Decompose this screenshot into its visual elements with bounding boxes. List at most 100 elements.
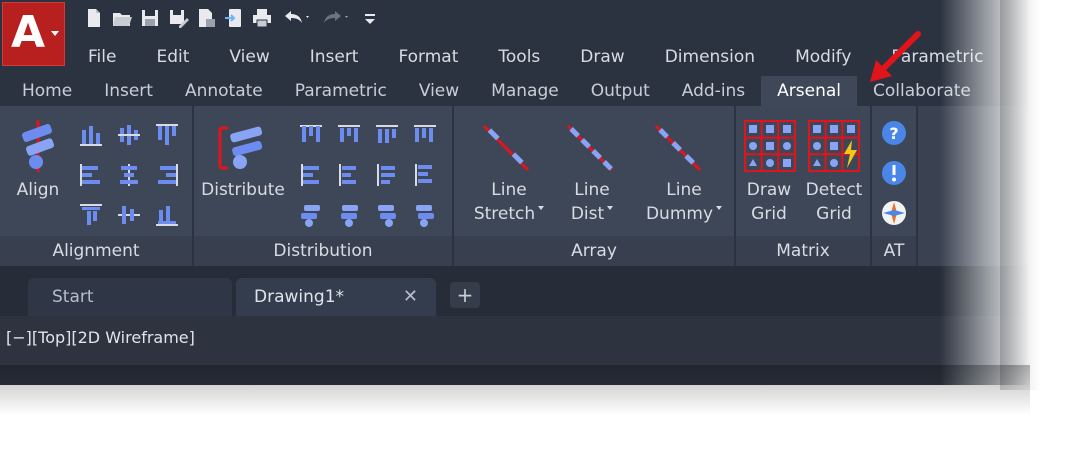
chevron-down-icon — [51, 31, 59, 36]
detect-grid-label-1: Detect — [805, 180, 863, 200]
tab-add-ins[interactable]: Add-ins — [666, 76, 761, 106]
new-tab-button[interactable]: + — [450, 282, 480, 308]
compass-icon[interactable] — [881, 200, 907, 226]
align-right-icon[interactable] — [154, 162, 180, 188]
redo-icon[interactable] — [316, 5, 356, 31]
detect-grid-button[interactable]: Detect Grid — [800, 178, 868, 226]
line-dummy-button[interactable]: Line Dummy — [634, 178, 734, 226]
line-stretch-label-2: Stretch — [473, 204, 536, 224]
close-icon[interactable]: ✕ — [403, 278, 418, 316]
menu-edit[interactable]: Edit — [136, 44, 209, 70]
chevron-down-icon[interactable] — [716, 206, 723, 210]
menu-tools[interactable]: Tools — [478, 44, 560, 70]
menu-dimension[interactable]: Dimension — [645, 44, 775, 70]
chevron-down-icon[interactable] — [607, 206, 614, 210]
menu-file[interactable]: File — [68, 44, 136, 70]
window-shadow — [0, 365, 1030, 415]
menu-view[interactable]: View — [209, 44, 289, 70]
detect-grid-label-2: Grid — [816, 204, 852, 224]
doc-tab-start-label: Start — [52, 287, 94, 307]
viewport-controls-label[interactable]: [−][Top][2D Wireframe] — [6, 328, 195, 347]
align-middle-distributed-icon[interactable] — [116, 202, 142, 228]
line-dist-label-1: Line — [574, 180, 610, 200]
distribute-bottom-icon[interactable] — [374, 122, 400, 148]
doc-tab-start[interactable]: Start — [28, 278, 232, 316]
distribute-top-icon[interactable] — [298, 122, 324, 148]
tab-manage[interactable]: Manage — [475, 76, 575, 106]
panel-title-matrix: Matrix — [736, 236, 870, 266]
line-dummy-label-2: Dummy — [645, 204, 714, 224]
align-bottom-icon[interactable] — [78, 122, 104, 148]
distribute-spacing-icon[interactable] — [412, 122, 438, 148]
draw-grid-icon[interactable] — [744, 120, 796, 172]
save-as-icon[interactable] — [164, 5, 192, 31]
align-top-distributed-icon[interactable] — [78, 202, 104, 228]
line-stretch-icon[interactable] — [478, 120, 534, 176]
line-stretch-button[interactable]: Line Stretch — [464, 178, 554, 226]
align-top-icon[interactable] — [154, 122, 180, 148]
line-dist-label-2: Dist — [570, 204, 605, 224]
draw-grid-button[interactable]: Draw Grid — [738, 178, 800, 226]
tab-annotate[interactable]: Annotate — [169, 76, 279, 106]
draw-grid-label-1: Draw — [746, 180, 792, 200]
menu-insert[interactable]: Insert — [290, 44, 379, 70]
align-icon[interactable] — [14, 116, 64, 176]
new-icon[interactable] — [80, 5, 108, 31]
align-center-horizontal-icon[interactable] — [116, 162, 142, 188]
detect-grid-icon[interactable] — [808, 120, 860, 172]
distribute-left-icon[interactable] — [298, 162, 324, 188]
line-dummy-label-1: Line — [666, 180, 702, 200]
distribute-right-icon[interactable] — [374, 162, 400, 188]
info-icon[interactable] — [881, 160, 907, 186]
customize-icon[interactable] — [356, 5, 384, 31]
tab-home[interactable]: Home — [0, 76, 88, 106]
tab-arsenal[interactable]: Arsenal — [761, 76, 858, 106]
doc-tab-drawing1[interactable]: Drawing1* ✕ — [236, 278, 436, 316]
chevron-down-icon[interactable] — [538, 206, 545, 210]
quick-access-toolbar — [80, 5, 384, 31]
panel-at: ? AT — [872, 106, 918, 266]
panel-title-alignment: Alignment — [0, 236, 192, 266]
help-icon[interactable]: ? — [881, 120, 907, 146]
align-button-label[interactable]: Align — [8, 178, 68, 202]
doc-tab-drawing1-label: Drawing1* — [254, 287, 345, 307]
distribute-icon[interactable] — [216, 120, 268, 176]
svg-text:?: ? — [889, 124, 898, 143]
line-dist-button[interactable]: Line Dist — [554, 178, 630, 226]
tab-parametric[interactable]: Parametric — [279, 76, 403, 106]
panel-title-array: Array — [454, 236, 734, 266]
autocad-logo-letter: A — [11, 7, 46, 58]
distribute-middle-icon[interactable] — [336, 162, 362, 188]
plot-preview-icon[interactable] — [192, 5, 220, 31]
annotation-arrow-icon — [870, 31, 921, 82]
menu-draw[interactable]: Draw — [560, 44, 644, 70]
align-bottom-distributed-icon[interactable] — [154, 202, 180, 228]
distribute-center-icon[interactable] — [336, 122, 362, 148]
panel-array: Line Stretch Line Dist Line Dummy Array — [454, 106, 736, 266]
tab-view[interactable]: View — [403, 76, 475, 106]
distribute-shapes-3-icon[interactable] — [374, 202, 400, 228]
align-left-icon[interactable] — [78, 162, 104, 188]
open-icon[interactable] — [108, 5, 136, 31]
tab-insert[interactable]: Insert — [88, 76, 169, 106]
undo-icon[interactable] — [276, 5, 316, 31]
tab-output[interactable]: Output — [575, 76, 666, 106]
save-icon[interactable] — [136, 5, 164, 31]
print-icon[interactable] — [248, 5, 276, 31]
import-icon[interactable] — [220, 5, 248, 31]
menu-modify[interactable]: Modify — [775, 44, 871, 70]
line-dummy-icon[interactable] — [650, 120, 706, 176]
distribute-horizontal-spacing-icon[interactable] — [412, 162, 438, 188]
panel-alignment: Align Alignment — [0, 106, 194, 266]
application-menu-button[interactable]: A — [2, 2, 65, 66]
distribute-shapes-2-icon[interactable] — [336, 202, 362, 228]
panel-title-distribution: Distribution — [194, 236, 452, 266]
distribute-shapes-4-icon[interactable] — [412, 202, 438, 228]
distribute-button-label[interactable]: Distribute — [200, 178, 286, 202]
distribute-shapes-1-icon[interactable] — [298, 202, 324, 228]
align-center-vertical-icon[interactable] — [116, 122, 142, 148]
line-dist-icon[interactable] — [562, 120, 618, 176]
menu-format[interactable]: Format — [378, 44, 478, 70]
panel-title-at: AT — [872, 236, 916, 266]
panel-distribution: Distribute Distribution — [194, 106, 454, 266]
